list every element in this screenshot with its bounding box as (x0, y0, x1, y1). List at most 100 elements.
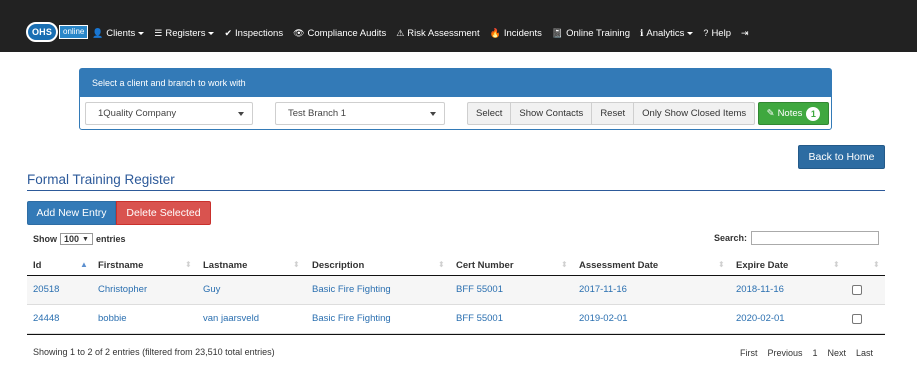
cell-expire-date[interactable]: 2020-02-01 (736, 313, 785, 324)
ohs-online-logo[interactable]: OHS online (26, 22, 89, 42)
panel-heading: Select a client and branch to work with (80, 69, 831, 97)
col-header-description[interactable]: Description (312, 260, 364, 271)
sort-icon: ⬍ (293, 260, 300, 269)
main-nav: 👤 Clients ☰ Registers ✔ Inspections 👁 Co… (92, 27, 762, 39)
fire-icon: 🔥 (489, 27, 501, 38)
show-label: Show (33, 234, 57, 244)
page-first-button[interactable]: First (740, 348, 758, 358)
page-length-control: Show 100 ▼ entries (33, 233, 125, 245)
dropdown-arrow-icon (430, 112, 436, 116)
nav-help[interactable]: ? Help (703, 28, 731, 39)
cell-expire-date[interactable]: 2018-11-16 (736, 284, 784, 295)
col-header-assessment-date[interactable]: Assessment Date (579, 260, 658, 271)
branch-select[interactable]: Test Branch 1 (275, 102, 445, 125)
delete-selected-button[interactable]: Delete Selected (116, 201, 211, 225)
nav-clients-label: Clients (106, 27, 136, 39)
nav-compliance-audits[interactable]: 👁 Compliance Audits (293, 28, 386, 39)
nav-inspections[interactable]: ✔ Inspections (224, 28, 283, 39)
notes-label: Notes (777, 108, 803, 119)
sort-icon: ⬍ (718, 260, 725, 269)
col-header-id[interactable]: Id (33, 260, 41, 271)
sort-asc-icon: ▲ (80, 260, 88, 269)
col-header-firstname[interactable]: Firstname (98, 260, 143, 271)
nav-risk-assessment[interactable]: ⚠ Risk Assessment (396, 28, 479, 39)
cell-lastname[interactable]: Guy (203, 284, 220, 295)
nav-online-training-label: Online Training (566, 27, 630, 39)
col-header-expire-date[interactable]: Expire Date (736, 260, 788, 271)
back-to-home-button[interactable]: Back to Home (798, 145, 885, 169)
client-select-value: 1Quality Company (98, 108, 177, 119)
sort-icon: ⬍ (873, 260, 880, 269)
caret-down-icon (138, 31, 145, 35)
client-select[interactable]: 1Quality Company (85, 102, 253, 125)
client-branch-panel: Select a client and branch to work with … (79, 68, 832, 130)
page-last-button[interactable]: Last (856, 348, 873, 358)
cell-cert-number[interactable]: BFF 55001 (456, 284, 503, 295)
check-icon: ✔ (224, 27, 233, 38)
cell-description[interactable]: Basic Fire Fighting (312, 313, 391, 324)
table-info: Showing 1 to 2 of 2 entries (filtered fr… (33, 347, 275, 357)
sort-icon: ⬍ (438, 260, 445, 269)
cell-lastname[interactable]: van jaarsveld (203, 313, 259, 324)
table-header: Id ▲ Firstname ⬍ Lastname ⬍ Description … (27, 256, 885, 276)
training-register-table: Id ▲ Firstname ⬍ Lastname ⬍ Description … (27, 256, 885, 335)
table-row[interactable]: 20518 Christopher Guy Basic Fire Fightin… (27, 276, 885, 305)
cell-firstname[interactable]: Christopher (98, 284, 147, 295)
caret-down-icon (208, 31, 215, 35)
add-new-entry-button[interactable]: Add New Entry (27, 201, 116, 225)
sort-icon: ⬍ (561, 260, 568, 269)
page-next-button[interactable]: Next (828, 348, 847, 358)
nav-analytics[interactable]: ℹ Analytics (640, 27, 694, 39)
nav-compliance-audits-label: Compliance Audits (307, 27, 387, 39)
nav-incidents-label: Incidents (503, 27, 542, 39)
row-select-checkbox[interactable] (852, 314, 862, 324)
page-length-select[interactable]: 100 ▼ (60, 233, 93, 245)
table-row[interactable]: 24448 bobbie van jaarsveld Basic Fire Fi… (27, 305, 885, 334)
cell-id[interactable]: 20518 (33, 284, 59, 295)
nav-inspections-label: Inspections (235, 27, 284, 39)
logout-button[interactable]: ⇥ (741, 28, 752, 39)
col-header-cert-number[interactable]: Cert Number (456, 260, 514, 271)
title-divider (27, 190, 885, 191)
notes-count-badge: 1 (806, 106, 821, 121)
row-select-checkbox[interactable] (852, 285, 862, 295)
col-header-lastname[interactable]: Lastname (203, 260, 247, 271)
page-title: Formal Training Register (27, 172, 175, 187)
search-label: Search: (714, 233, 748, 243)
caret-down-icon (687, 31, 694, 35)
table-bottom-rule (27, 334, 885, 335)
dropdown-arrow-icon (238, 112, 244, 116)
nav-online-training[interactable]: 📓 Online Training (552, 28, 630, 39)
branch-select-value: Test Branch 1 (288, 108, 347, 119)
nav-help-label: Help (711, 27, 731, 39)
top-navbar: OHS online 👤 Clients ☰ Registers ✔ Inspe… (0, 0, 917, 52)
cell-id[interactable]: 24448 (33, 313, 59, 324)
nav-analytics-label: Analytics (646, 27, 685, 39)
sort-icon: ⬍ (833, 260, 840, 269)
select-button[interactable]: Select (467, 102, 512, 125)
only-show-closed-items-button[interactable]: Only Show Closed Items (633, 102, 756, 125)
page-number-button[interactable]: 1 (813, 348, 818, 358)
user-icon: 👤 (92, 27, 104, 38)
cell-cert-number[interactable]: BFF 55001 (456, 313, 503, 324)
sort-icon: ⬍ (185, 260, 192, 269)
panel-button-group: Select Show Contacts Reset Only Show Clo… (467, 102, 756, 125)
eye-icon: 👁 (293, 27, 305, 38)
list-icon: ☰ (154, 27, 163, 38)
cell-firstname[interactable]: bobbie (98, 313, 127, 324)
page-length-value: 100 (64, 234, 80, 244)
notes-button[interactable]: ✎ Notes 1 (758, 102, 829, 125)
nav-incidents[interactable]: 🔥 Incidents (490, 28, 542, 39)
cell-description[interactable]: Basic Fire Fighting (312, 284, 391, 295)
book-icon: 📓 (551, 27, 564, 38)
nav-registers[interactable]: ☰ Registers (154, 27, 215, 39)
logo-online-text: online (59, 25, 89, 39)
cell-assessment-date[interactable]: 2017-11-16 (579, 284, 627, 295)
show-contacts-button[interactable]: Show Contacts (510, 102, 593, 125)
cell-assessment-date[interactable]: 2019-02-01 (579, 313, 628, 324)
warning-icon: ⚠ (396, 27, 405, 38)
search-input[interactable] (751, 231, 879, 245)
nav-clients[interactable]: 👤 Clients (92, 27, 145, 39)
page-previous-button[interactable]: Previous (768, 348, 803, 358)
reset-button[interactable]: Reset (591, 102, 635, 125)
